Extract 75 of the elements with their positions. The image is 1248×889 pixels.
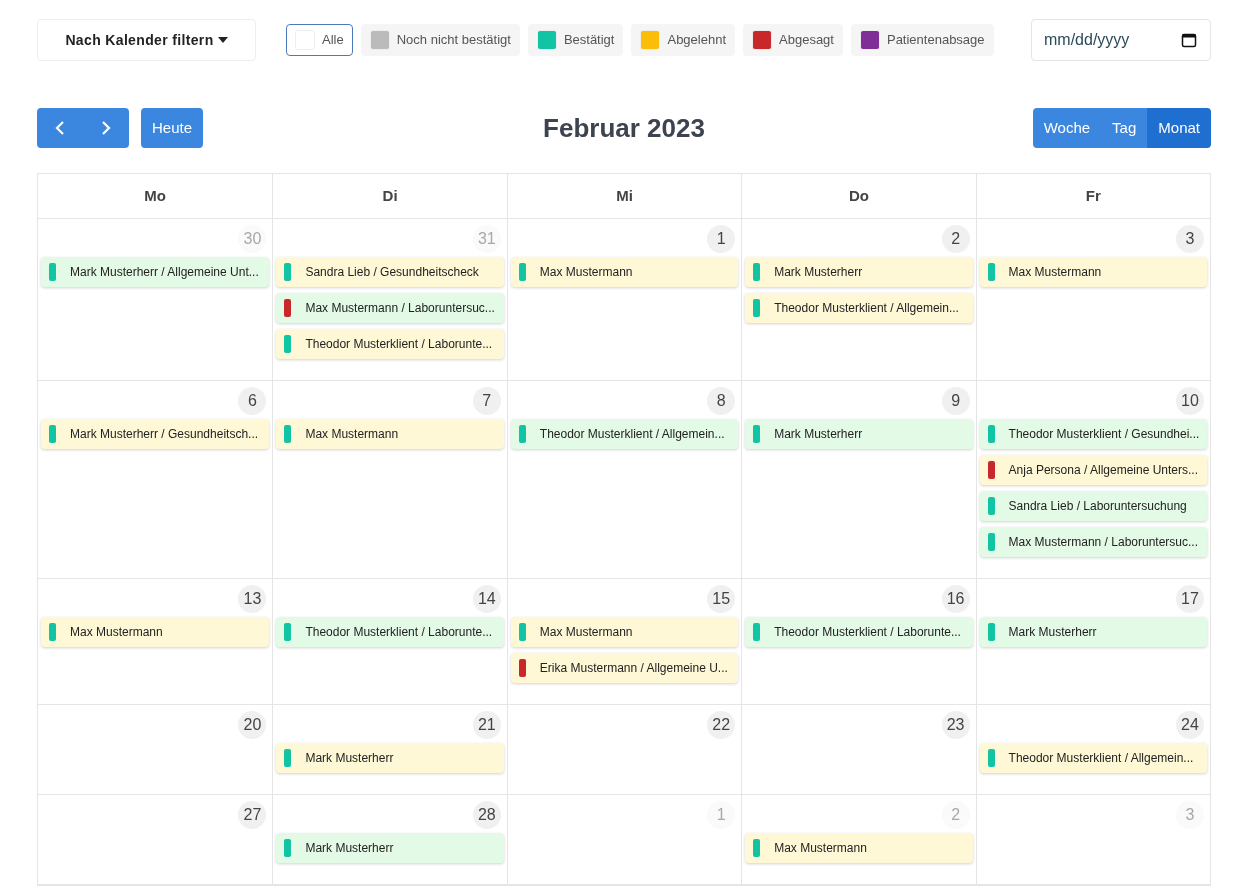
calendar-event[interactable]: Theodor Musterklient / Laborunte...: [745, 617, 973, 647]
day-number: 2: [941, 225, 970, 253]
view-tab[interactable]: Tag: [1101, 108, 1148, 148]
day-number: 15: [707, 585, 736, 613]
status-filter-chip[interactable]: Alle: [286, 24, 353, 56]
day-number: 22: [707, 711, 736, 739]
view-tab[interactable]: Monat: [1147, 108, 1211, 148]
day-number: 2: [941, 801, 970, 829]
status-filter-chip[interactable]: Noch nicht bestätigt: [360, 24, 520, 56]
calendar-event[interactable]: Anja Persona / Allgemeine Unters...: [979, 455, 1207, 485]
view-tab[interactable]: Woche: [1032, 108, 1102, 148]
day-number: 30: [238, 225, 267, 253]
day-number: 3: [1176, 801, 1204, 829]
calendar-event[interactable]: Erika Mustermann / Allgemeine U...: [510, 653, 739, 683]
calendar-event[interactable]: Theodor Musterklient / Laborunte...: [276, 329, 504, 359]
date-field[interactable]: mm/dd/yyyy: [1031, 19, 1211, 61]
weekday-header: Mo: [144, 185, 167, 206]
day-number: 10: [1176, 387, 1204, 415]
day-number: 14: [472, 585, 501, 613]
status-filter-chip[interactable]: Abgelehnt: [631, 24, 736, 56]
caret-icon: [217, 37, 228, 43]
calendar-event[interactable]: Mark Musterherr: [745, 419, 973, 449]
status-filter-chip[interactable]: Abgesagt: [743, 24, 843, 56]
day-number: 1: [707, 225, 736, 253]
day-number: 1: [707, 801, 736, 829]
day-number: 24: [1176, 711, 1204, 739]
day-number: 20: [238, 711, 267, 739]
day-number: 17: [1176, 585, 1204, 613]
day-number: 28: [472, 801, 501, 829]
day-number: 27: [238, 801, 267, 829]
day-number: 3: [1176, 225, 1204, 253]
calendar-event[interactable]: Max Mustermann: [745, 833, 973, 863]
calendar-event[interactable]: Max Mustermann: [510, 617, 739, 647]
month-title: Februar 2023: [543, 111, 705, 145]
day-number: 23: [941, 711, 970, 739]
chevron-left-icon: [55, 121, 65, 135]
status-filter-chip[interactable]: Bestätigt: [527, 24, 624, 56]
weekday-header: Mi: [616, 185, 633, 206]
calendar-event[interactable]: Mark Musterherr: [979, 617, 1207, 647]
calendar-event[interactable]: Max Mustermann: [510, 257, 739, 287]
weekday-header: Do: [848, 185, 869, 206]
chevron-right-icon: [101, 121, 111, 135]
today-button[interactable]: Heute: [141, 108, 204, 148]
weekday-header: Fr: [1085, 185, 1101, 206]
calendar-event[interactable]: Max Mustermann: [276, 419, 504, 449]
day-number: 8: [707, 387, 736, 415]
calendar-event[interactable]: Mark Musterherr / Allgemeine Unt...: [41, 257, 270, 287]
calendar-event[interactable]: Mark Musterherr: [745, 257, 973, 287]
previous-button[interactable]: [37, 108, 83, 148]
calendar-event[interactable]: Max Mustermann / Laboruntersuc...: [276, 293, 504, 323]
calendar-event[interactable]: Theodor Musterklient / Allgemein...: [510, 419, 739, 449]
weekday-header: Di: [382, 185, 398, 206]
status-filter-chip[interactable]: Patientenabsage: [850, 24, 994, 56]
calendar-event[interactable]: Max Mustermann / Laboruntersuc...: [979, 527, 1207, 557]
filter-dropdown[interactable]: Nach Kalender filtern: [37, 19, 256, 61]
day-number: 21: [472, 711, 501, 739]
calendar-event[interactable]: Theodor Musterklient / Allgemein...: [979, 743, 1207, 773]
day-number: 9: [941, 387, 970, 415]
calendar-event[interactable]: Theodor Musterklient / Gesundhei...: [979, 419, 1207, 449]
next-button[interactable]: [83, 108, 129, 148]
calendar-event[interactable]: Mark Musterherr: [276, 743, 504, 773]
calendar-event[interactable]: Theodor Musterklient / Laborunte...: [276, 617, 504, 647]
calendar-icon: [1181, 32, 1197, 48]
day-number: 16: [941, 585, 970, 613]
day-number: 13: [238, 585, 267, 613]
calendar-event[interactable]: Sandra Lieb / Gesundheitscheck: [276, 257, 504, 287]
calendar-event[interactable]: Max Mustermann: [41, 617, 270, 647]
calendar-event[interactable]: Mark Musterherr / Gesundheitsch...: [41, 419, 270, 449]
calendar-event[interactable]: Mark Musterherr: [276, 833, 504, 863]
day-number: 31: [472, 225, 501, 253]
calendar-event[interactable]: Max Mustermann: [979, 257, 1207, 287]
calendar-event[interactable]: Theodor Musterklient / Allgemein...: [745, 293, 973, 323]
day-number: 7: [472, 387, 501, 415]
calendar-event[interactable]: Sandra Lieb / Laboruntersuchung: [979, 491, 1207, 521]
day-number: 6: [238, 387, 267, 415]
